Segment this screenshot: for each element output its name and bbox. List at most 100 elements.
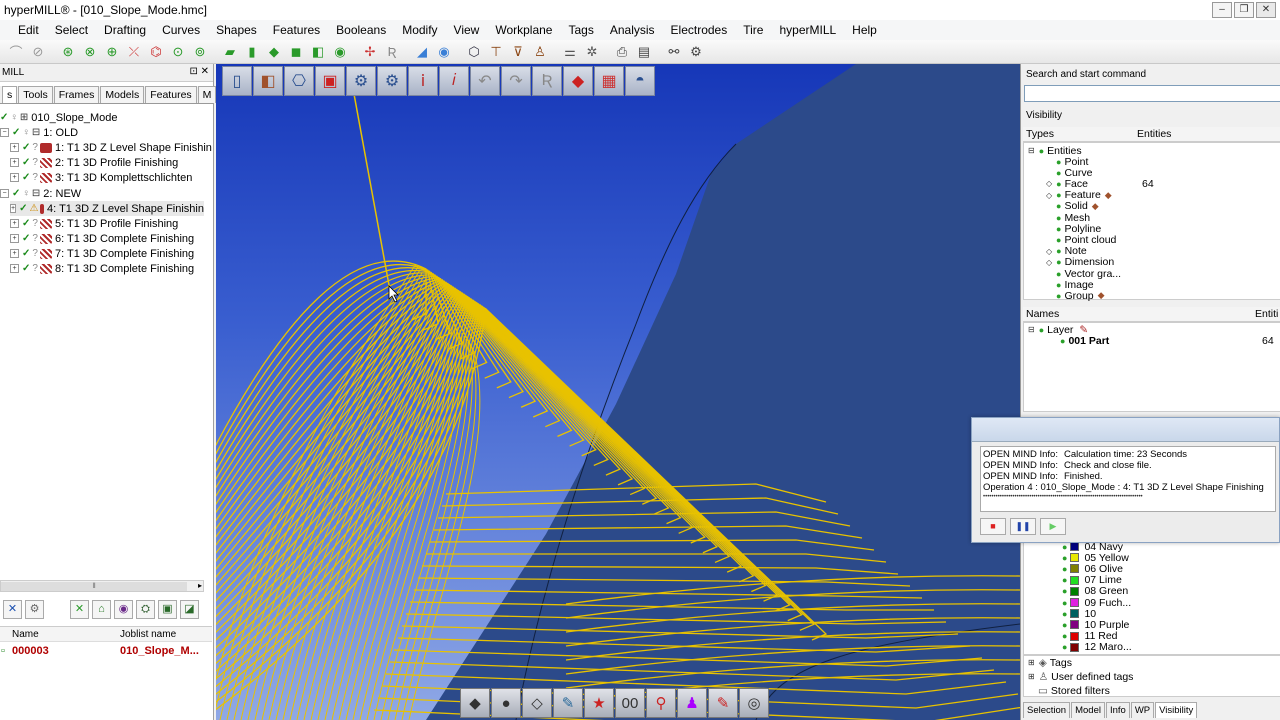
redo-icon[interactable]: ↷ [501,66,531,96]
col-name[interactable]: Name [12,629,39,640]
menu-booleans[interactable]: Booleans [328,23,394,37]
simulate-icon[interactable]: ◉ [114,599,133,619]
part-row[interactable]: ● 001 Part [1060,335,1109,347]
entity-row[interactable]: ● Image [1056,279,1094,291]
menu-curves[interactable]: Curves [154,23,208,37]
star-icon[interactable]: ★ [584,688,614,718]
curve-extract-icon[interactable]: ⊗ [80,42,100,62]
collapse-icon[interactable]: − [0,128,9,137]
link-icon[interactable]: ⚯ [664,42,684,62]
bulb-icon[interactable]: ● [1062,564,1067,574]
collapse-icon[interactable]: ⊟ [1028,325,1035,334]
expand-icon[interactable]: ◇ [1046,179,1052,188]
curve-project-icon[interactable]: ⊚ [190,42,210,62]
curve-split-icon[interactable]: ⊙ [168,42,188,62]
entity-row[interactable]: ● Point cloud [1056,234,1116,246]
bulb-icon[interactable]: ● [1062,609,1067,619]
entity-row[interactable]: ● Group ◆ [1056,290,1105,302]
entity-row[interactable]: ● Solid ◆ [1056,200,1099,212]
color-row[interactable]: ● 10 Purple [1062,619,1129,631]
expand-icon[interactable]: ◇ [1046,247,1052,256]
expand-icon[interactable]: ⊞ [1028,658,1035,667]
table-icon[interactable]: ▦ [594,66,624,96]
check-icon[interactable]: ✓ [22,248,30,259]
tab-frames[interactable]: Frames [53,86,100,103]
electrode-icon[interactable]: ♙ [530,42,550,62]
tab-model[interactable]: Model [1071,702,1105,718]
bulb-icon[interactable]: ● [1060,336,1065,346]
maximize-button[interactable]: ❐ [1234,2,1254,18]
info-italic-icon[interactable]: 𝑖 [439,66,469,96]
curve-offset-icon[interactable]: ⤫ [124,42,144,62]
menu-electrodes[interactable]: Electrodes [663,23,736,37]
shaded-view-icon[interactable]: ◆ [460,688,490,718]
entity-row[interactable]: ● Vector gra... [1056,268,1121,280]
postprocess-icon[interactable]: ▣ [158,599,177,619]
scroll-right-icon[interactable]: ▸ [198,581,202,590]
gear-cluster-icon[interactable]: ⚙ [686,42,706,62]
entity-row[interactable]: ● Mesh [1056,212,1090,224]
shape-loft-icon[interactable]: ◧ [308,42,328,62]
bulb-icon[interactable]: ● [1062,586,1067,596]
col-names-entities[interactable]: Entiti [1255,308,1278,320]
tree-op-8[interactable]: + ✓ ? 8: T1 3D Complete Finishing [10,261,194,276]
undo-icon[interactable]: ↶ [470,66,500,96]
bulb-icon[interactable]: ● [1062,553,1067,563]
expand-icon[interactable]: + [10,264,19,273]
tree-horizontal-scrollbar[interactable]: ⦀ ▸ [0,580,204,592]
stored-filters-row[interactable]: ▭ Stored filters [1038,685,1110,697]
bulb-icon[interactable]: ? [32,172,38,183]
col-names[interactable]: Names [1026,308,1059,320]
curve-trim-icon[interactable]: ⊕ [102,42,122,62]
color-row[interactable]: ● 08 Green [1062,585,1128,597]
bulb-icon[interactable]: ● [1039,325,1044,335]
tree-op-4-selected[interactable]: + ✓ ⚠ 4: T1 3D Z Level Shape Finishin [10,201,204,216]
bulb-icon[interactable]: ● [1062,542,1067,552]
bulb-icon[interactable]: ● [1056,213,1061,223]
bulb-icon[interactable]: ? [32,218,38,229]
bulb-icon[interactable]: ? [32,142,38,153]
bulb-icon[interactable]: ● [1056,157,1061,167]
bulb-icon[interactable]: ? [32,157,38,168]
menu-edit[interactable]: Edit [10,23,47,37]
tire-icon[interactable]: ⚌ [560,42,580,62]
stock-icon[interactable]: ◧ [253,66,283,96]
tree-op-7[interactable]: + ✓ ? 7: T1 3D Complete Finishing [10,246,194,261]
check-icon[interactable]: ✓ [12,188,20,199]
color-row[interactable]: ● 10 [1062,608,1096,620]
expand-icon[interactable]: + [10,234,19,243]
tags-row[interactable]: ⊞ ◈ Tags [1028,657,1072,669]
bulb-icon[interactable]: ● [1056,235,1061,245]
color-row[interactable]: ● 06 Olive [1062,563,1123,575]
curve-tool-icon[interactable]: ⊛ [58,42,78,62]
col-entities[interactable]: Entities [1137,128,1171,140]
calculate-icon[interactable]: ✕ [70,599,89,619]
info-icon[interactable]: ⅰ [408,66,438,96]
check-icon[interactable]: ✓ [22,142,30,153]
bulb-icon[interactable]: ● [1039,146,1044,156]
bulb-icon[interactable]: ? [32,263,38,274]
document-icon[interactable]: ▤ [634,42,654,62]
menu-tags[interactable]: Tags [560,23,601,37]
job-add-icon[interactable]: ⌂ [92,599,111,619]
shape-box-icon[interactable]: ▰ [220,42,240,62]
probe-icon[interactable]: ⚲ [646,688,676,718]
dialog-title-bar[interactable] [972,418,1279,442]
warning-icon[interactable]: ⚠ [29,203,38,214]
hypermill-tool-icon[interactable]: ✲ [582,42,602,62]
bulb-icon[interactable]: ● [1056,168,1061,178]
tab-jobs[interactable]: s [2,86,18,103]
sphere-view-icon[interactable]: ● [491,688,521,718]
brush-icon[interactable]: ✎ [553,688,583,718]
check-icon[interactable]: ✓ [0,112,8,123]
layer-row[interactable]: ⊟ ● Layer ✎ [1028,324,1088,336]
expand-icon[interactable]: + [10,173,19,182]
expand-icon[interactable]: + [10,204,17,213]
bulb-icon[interactable]: ● [1056,291,1061,301]
expand-icon[interactable]: ◇ [1046,191,1052,200]
expand-icon[interactable]: + [10,219,19,228]
color-row[interactable]: ● 11 Red [1062,630,1118,642]
color-row[interactable]: ● 09 Fuch... [1062,597,1131,609]
bulb-icon[interactable]: ● [1056,179,1061,189]
menu-select[interactable]: Select [47,23,96,37]
